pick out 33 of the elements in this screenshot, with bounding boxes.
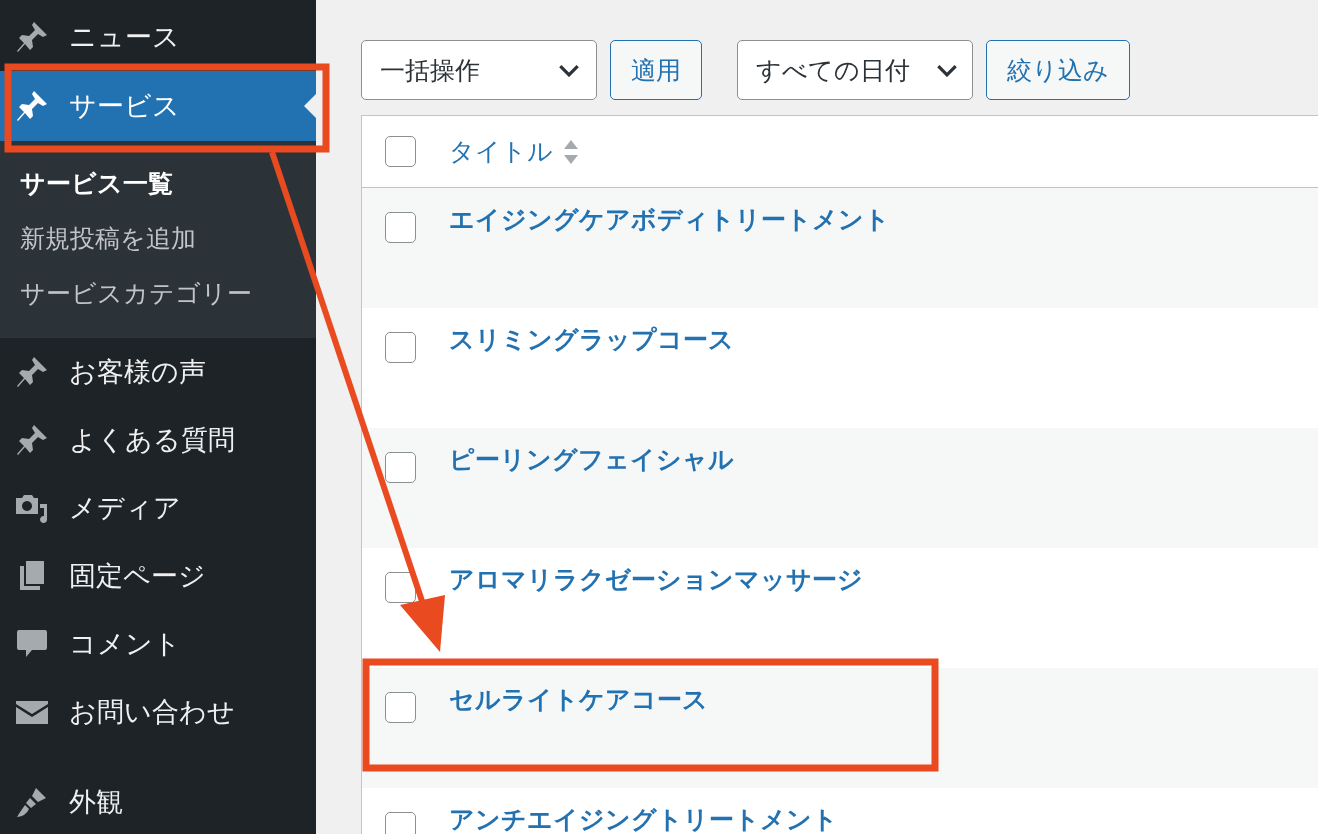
post-title-link[interactable]: アンチエイジングトリートメント bbox=[449, 806, 838, 834]
chevron-down-icon bbox=[558, 63, 580, 77]
bulk-actions-dropdown[interactable]: 一括操作 bbox=[361, 40, 597, 100]
submenu-item[interactable]: サービス一覧 bbox=[0, 156, 316, 211]
menu-item[interactable]: 固定ページ bbox=[0, 542, 316, 610]
menu-item[interactable]: メディア bbox=[0, 474, 316, 542]
menu-item[interactable]: ニュース bbox=[0, 3, 316, 71]
menu-item[interactable]: よくある質問 bbox=[0, 406, 316, 474]
post-title-link[interactable]: アロマリラクゼーションマッサージ bbox=[449, 566, 863, 594]
chevron-down-icon bbox=[936, 63, 958, 77]
apply-button[interactable]: 適用 bbox=[610, 40, 702, 100]
post-title-link[interactable]: エイジングケアボディトリートメント bbox=[449, 206, 890, 234]
submenu-item[interactable]: 新規投稿を追加 bbox=[0, 211, 316, 266]
menu-item[interactable]: 外観 bbox=[0, 768, 316, 834]
row-checkbox[interactable] bbox=[385, 572, 416, 603]
post-title-link[interactable]: スリミングラップコース bbox=[449, 326, 734, 354]
row-checkbox[interactable] bbox=[385, 212, 416, 243]
row-checkbox[interactable] bbox=[385, 452, 416, 483]
menu-item[interactable]: コメント bbox=[0, 610, 316, 678]
post-title-link[interactable]: ピーリングフェイシャル bbox=[449, 446, 734, 474]
row-checkbox[interactable] bbox=[385, 812, 416, 834]
select-all-checkbox[interactable] bbox=[385, 136, 416, 167]
submenu-item[interactable]: サービスカテゴリー bbox=[0, 266, 316, 321]
column-header[interactable]: タイトル bbox=[449, 135, 553, 168]
menu-item[interactable]: お問い合わせ bbox=[0, 678, 316, 746]
filter-button[interactable]: 絞り込み bbox=[986, 40, 1130, 100]
post-title-link[interactable]: セルライトケアコース bbox=[449, 686, 708, 714]
row-checkbox[interactable] bbox=[385, 692, 416, 723]
row-checkbox[interactable] bbox=[385, 332, 416, 363]
date-filter-dropdown[interactable]: すべての日付 bbox=[737, 40, 973, 100]
menu-item[interactable]: お客様の声 bbox=[0, 338, 316, 406]
menu-item[interactable]: サービス bbox=[0, 71, 316, 141]
current-menu-pointer bbox=[304, 94, 316, 118]
